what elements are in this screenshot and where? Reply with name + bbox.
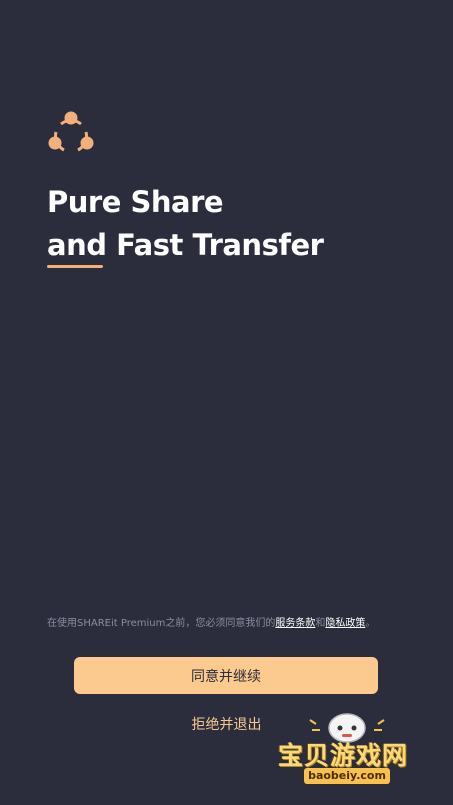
welcome-screen: Pure Share and Fast Transfer 在使用SHAREit … [0, 0, 453, 805]
headline-underline [47, 265, 103, 268]
consent-prefix: 在使用SHAREit Premium之前，您必须同意我们的 [47, 618, 276, 629]
privacy-policy-link[interactable]: 隐私政策 [325, 618, 365, 629]
shareit-logo-icon [48, 111, 94, 152]
watermark: 宝贝游戏网 baobeiy.com [276, 706, 426, 798]
headline-line-1: Pure Share [47, 185, 224, 219]
agree-continue-button[interactable]: 同意并继续 [74, 657, 378, 694]
headline: Pure Share and Fast Transfer [47, 181, 324, 267]
terms-of-service-link[interactable]: 服务条款 [275, 618, 315, 629]
consent-conjunction: 和 [315, 618, 326, 629]
watermark-title: 宝贝游戏网 [278, 741, 409, 770]
consent-text: 在使用SHAREit Premium之前，您必须同意我们的服务条款和隐私政策。 [47, 616, 417, 632]
watermark-url: baobeiy.com [304, 768, 390, 784]
consent-suffix: 。 [365, 618, 376, 629]
headline-line-2: and Fast Transfer [47, 228, 324, 262]
